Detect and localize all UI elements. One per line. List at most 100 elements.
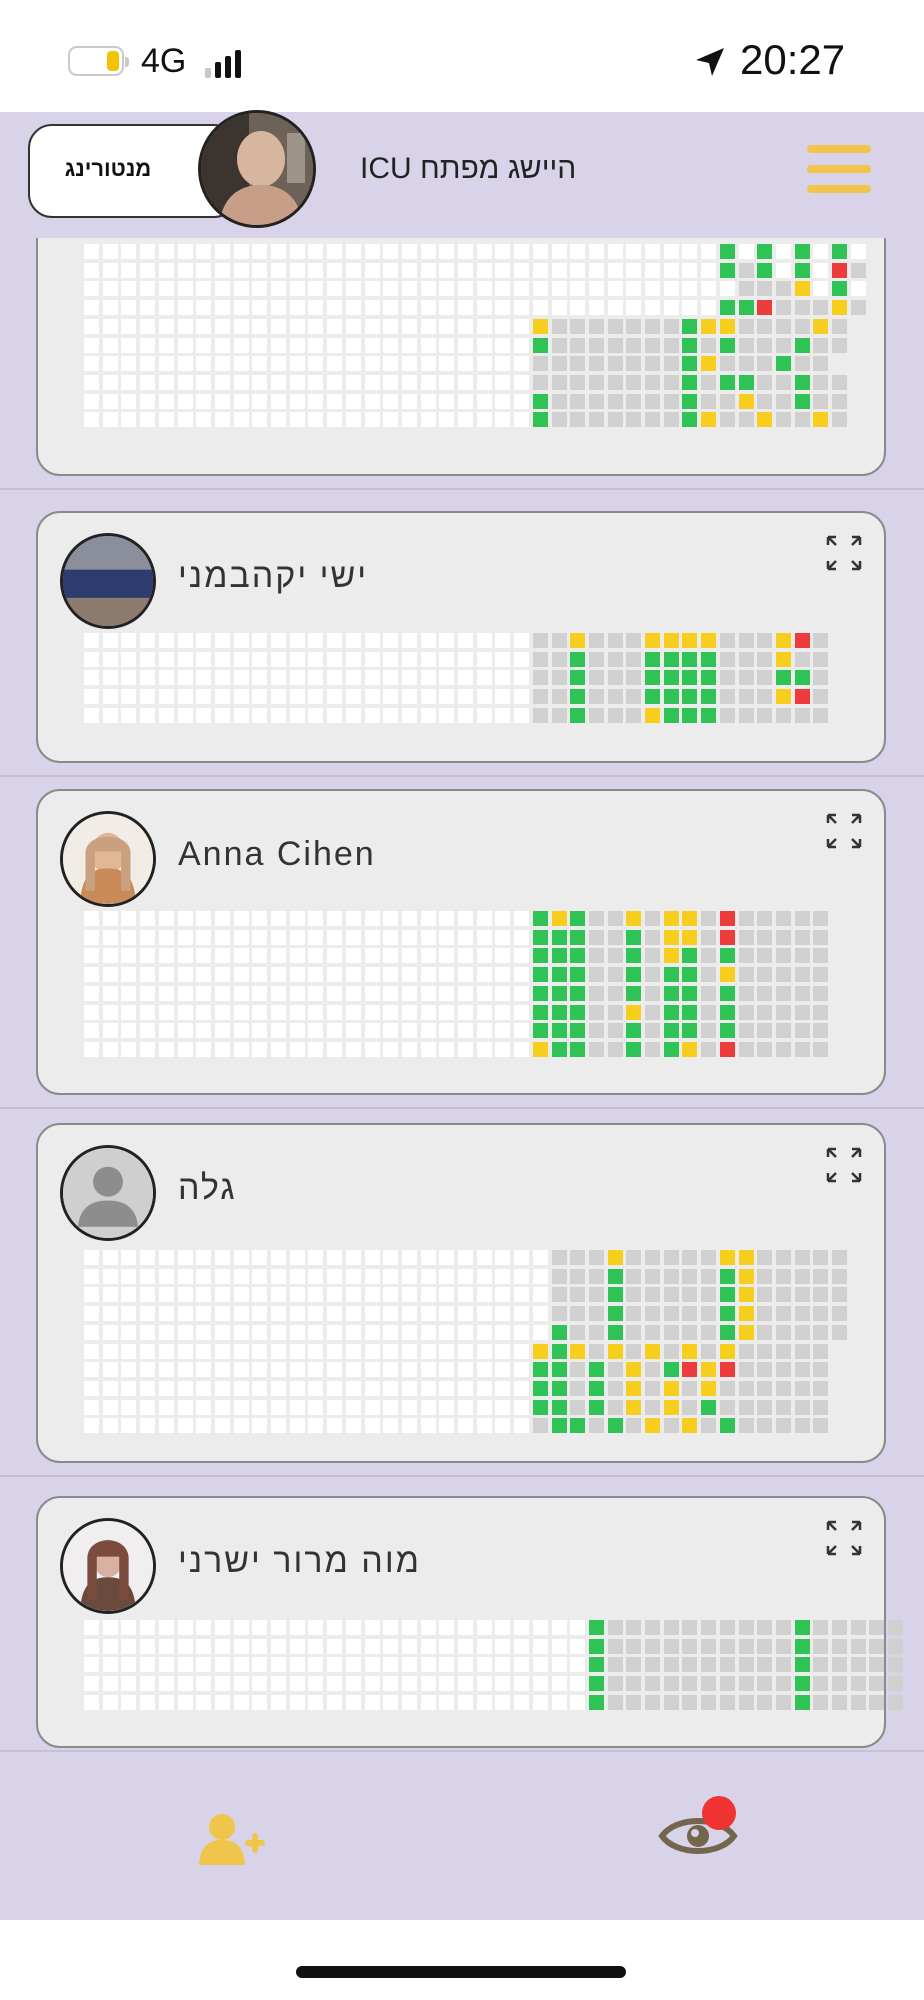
activity-cell xyxy=(214,911,230,926)
activity-cell xyxy=(252,337,268,353)
activity-cell xyxy=(196,1362,212,1378)
activity-cell xyxy=(495,1380,511,1396)
profile-avatar[interactable] xyxy=(60,811,156,907)
activity-cell xyxy=(551,300,567,316)
activity-cell xyxy=(607,633,623,648)
profile-card[interactable]: Anna Cihen xyxy=(36,789,886,1095)
menu-icon[interactable] xyxy=(807,145,871,195)
activity-cell xyxy=(271,1620,286,1635)
activity-cell xyxy=(401,1250,417,1265)
activity-cell xyxy=(252,633,268,648)
activity-cell xyxy=(121,1306,137,1322)
activity-cell xyxy=(738,1250,754,1265)
activity-cell xyxy=(514,707,530,723)
activity-cell xyxy=(252,1657,268,1673)
activity-cell xyxy=(588,1620,604,1635)
activity-cell xyxy=(196,1418,212,1434)
profile-card[interactable]: מוה מרור ישרני xyxy=(36,1496,904,1748)
profile-card[interactable]: ישי יקהבמני xyxy=(36,511,886,763)
activity-cell xyxy=(196,356,212,372)
activity-cell xyxy=(289,1676,305,1692)
activity-cell xyxy=(140,337,156,353)
activity-cell xyxy=(626,1399,642,1415)
activity-cell xyxy=(140,1343,156,1359)
activity-cell xyxy=(888,1676,904,1692)
profiles-feed[interactable]: ישי יקהבמני Anna Cihen גלה מוה מרור ישרני xyxy=(0,238,924,1750)
activity-cell xyxy=(345,985,361,1001)
activity-cell xyxy=(645,1418,660,1434)
activity-cell xyxy=(532,337,548,353)
activity-cell xyxy=(813,670,829,686)
activity-cell xyxy=(588,1268,604,1284)
card-divider xyxy=(0,1107,924,1109)
activity-cell xyxy=(420,1694,436,1710)
activity-cell xyxy=(551,689,567,705)
profile-card[interactable] xyxy=(36,238,886,476)
activity-cell xyxy=(327,300,343,316)
activity-cell xyxy=(495,670,511,686)
activity-cell xyxy=(158,1638,174,1654)
expand-icon[interactable] xyxy=(824,811,864,851)
activity-cell xyxy=(588,633,604,648)
activity-cell xyxy=(364,1004,380,1020)
activity-cell xyxy=(439,262,455,278)
activity-cell xyxy=(738,967,754,983)
activity-cell xyxy=(813,707,829,723)
profile-avatar[interactable] xyxy=(60,1518,156,1614)
activity-cell xyxy=(271,929,286,945)
profile-avatar[interactable] xyxy=(60,533,156,629)
profile-card[interactable]: גלה xyxy=(36,1123,886,1463)
profile-avatar[interactable] xyxy=(198,110,316,228)
activity-cell xyxy=(514,929,530,945)
activity-cell xyxy=(607,393,623,409)
activity-cell xyxy=(401,707,417,723)
activity-cell xyxy=(327,1268,343,1284)
expand-icon[interactable] xyxy=(824,1518,864,1558)
activity-cell xyxy=(140,1268,156,1284)
activity-cell xyxy=(327,929,343,945)
activity-cell xyxy=(214,356,230,372)
activity-cell xyxy=(327,281,343,297)
activity-cell xyxy=(327,1380,343,1396)
activity-cell xyxy=(214,948,230,964)
activity-cell xyxy=(682,300,698,316)
activity-cell xyxy=(196,374,212,390)
activity-cell xyxy=(701,262,717,278)
activity-cell xyxy=(158,244,174,259)
expand-icon[interactable] xyxy=(824,1145,864,1185)
activity-cell xyxy=(794,356,810,372)
expand-icon[interactable] xyxy=(824,533,864,573)
activity-cell xyxy=(271,1694,286,1710)
activity-cell xyxy=(271,670,286,686)
activity-cell xyxy=(102,1004,118,1020)
activity-cell xyxy=(645,948,660,964)
activity-cell xyxy=(532,1306,548,1322)
activity-cell xyxy=(233,1041,249,1057)
activity-cell xyxy=(551,1023,567,1039)
activity-cell xyxy=(588,1694,604,1710)
activity-cell xyxy=(271,1324,286,1340)
activity-cell xyxy=(775,967,791,983)
activity-cell xyxy=(514,633,530,648)
activity-cell xyxy=(588,393,604,409)
activity-cell xyxy=(401,633,417,648)
activity-cell xyxy=(177,1657,193,1673)
activity-cell xyxy=(345,1676,361,1692)
activity-cell xyxy=(794,262,810,278)
activity-cell xyxy=(570,281,586,297)
activity-cell xyxy=(121,1023,137,1039)
activity-cell xyxy=(757,1041,773,1057)
activity-cell xyxy=(626,1041,642,1057)
activity-cell xyxy=(719,281,735,297)
activity-cell xyxy=(102,1250,118,1265)
activity-cell xyxy=(196,911,212,926)
activity-cell xyxy=(738,337,754,353)
activity-cell xyxy=(271,651,286,667)
activity-cell xyxy=(289,1324,305,1340)
activity-cell xyxy=(682,1620,698,1635)
activity-cell xyxy=(84,1638,99,1654)
activity-cell xyxy=(439,707,455,723)
activity-cell xyxy=(458,911,473,926)
add-user-icon[interactable] xyxy=(196,1809,268,1869)
profile-avatar[interactable] xyxy=(60,1145,156,1241)
